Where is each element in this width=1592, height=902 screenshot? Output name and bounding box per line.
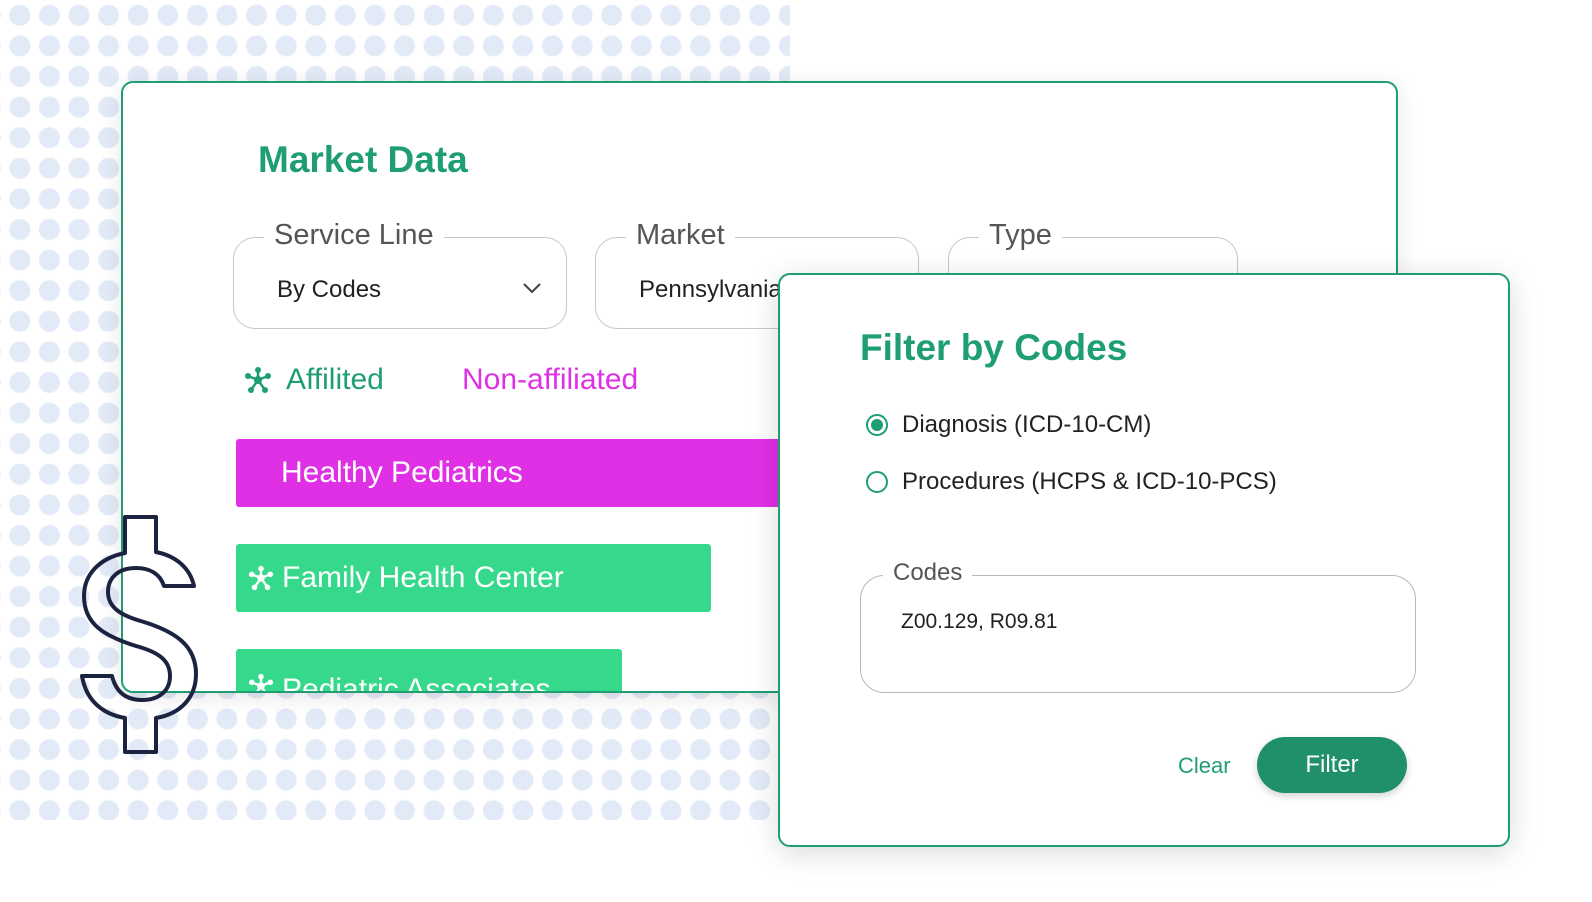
legend-affiliated-label: Affilited [286,363,384,396]
codes-input[interactable]: Codes Z00.129, R09.81 [860,559,1416,693]
network-node-icon [248,673,274,691]
bar-pediatric-associates[interactable]: Pediatric Associates [236,649,622,693]
bar-label: Pediatric Associates [282,673,551,693]
filter-by-codes-dialog: Filter by Codes Diagnosis (ICD-10-CM) Pr… [778,273,1510,847]
bar-label: Family Health Center [282,561,564,594]
radio-procedures-label: Procedures (HCPS & ICD-10-PCS) [902,468,1277,495]
radio-button-unchecked[interactable] [866,471,888,493]
legend-affiliated: Affilited [244,363,384,397]
codes-value[interactable]: Z00.129, R09.81 [901,610,1057,634]
service-line-select[interactable]: Service Line By Codes [233,219,567,329]
dialog-title: Filter by Codes [860,327,1128,368]
network-node-icon [248,565,274,591]
clear-button[interactable]: Clear [1178,753,1231,779]
bar-family-health-center[interactable]: Family Health Center [236,544,711,612]
network-node-icon [245,367,271,393]
bar-label: Healthy Pediatrics [281,456,523,489]
radio-diagnosis-label: Diagnosis (ICD-10-CM) [902,411,1152,438]
market-value: Pennsylvania [639,276,782,303]
chevron-down-icon [523,283,541,294]
service-line-value: By Codes [277,276,382,303]
page-title: Market Data [258,139,468,180]
service-line-label: Service Line [264,219,444,252]
radio-button-checked[interactable] [866,414,888,436]
filter-button[interactable]: Filter [1257,737,1407,793]
type-label: Type [979,219,1062,252]
radio-procedures[interactable]: Procedures (HCPS & ICD-10-PCS) [866,468,1277,496]
legend-non-affiliated: Non-affiliated [462,363,639,396]
market-label: Market [626,219,735,252]
radio-diagnosis[interactable]: Diagnosis (ICD-10-CM) [866,411,1151,439]
dollar-sign-icon [80,515,198,754]
codes-label: Codes [883,559,973,587]
